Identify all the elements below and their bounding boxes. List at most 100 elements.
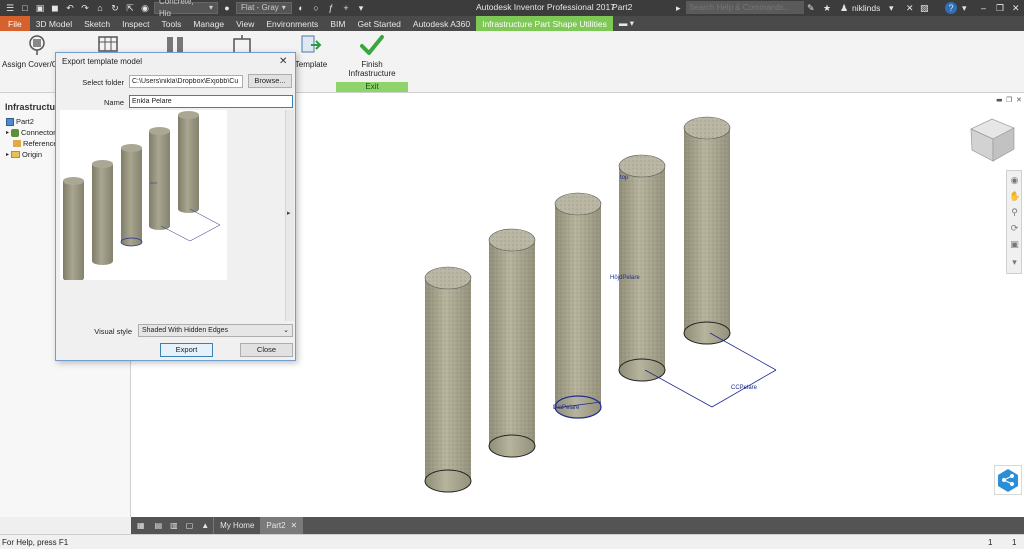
search-input[interactable]: [686, 1, 804, 14]
customize-icon[interactable]: ▾: [355, 2, 367, 14]
tab-manage[interactable]: Manage: [187, 16, 230, 31]
tile-horizontal-icon[interactable]: ▦: [131, 517, 151, 534]
column-2[interactable]: [488, 228, 536, 458]
window-list-icon[interactable]: ▢: [182, 517, 198, 534]
nav-customize-icon[interactable]: ▾: [1009, 257, 1020, 268]
template-label: Template: [294, 60, 328, 69]
browse-button[interactable]: Browse...: [248, 74, 292, 88]
user-dropdown-icon[interactable]: ▾: [889, 1, 894, 15]
viewport-close-icon[interactable]: ✕: [1016, 96, 1022, 104]
tab-3d-model[interactable]: 3D Model: [30, 16, 78, 31]
view-cube[interactable]: [970, 118, 1015, 162]
column-3[interactable]: [554, 192, 602, 419]
close-tab-icon[interactable]: ✕: [291, 521, 298, 530]
tab-bim[interactable]: BIM: [324, 16, 351, 31]
tree-item-label: Reference: [23, 139, 58, 148]
star-icon[interactable]: ★: [823, 1, 831, 15]
share-view-button[interactable]: [994, 465, 1022, 495]
exchange-icon[interactable]: ✕: [906, 1, 914, 15]
tab-tools[interactable]: Tools: [156, 16, 188, 31]
viewport-minimize-icon[interactable]: ▬: [996, 96, 1003, 104]
appearance-dropdown[interactable]: Flat - Gray ▾: [236, 2, 292, 14]
tab-autodesk-a360[interactable]: Autodesk A360: [407, 16, 476, 31]
tab-get-started[interactable]: Get Started: [351, 16, 406, 31]
folder-path-field[interactable]: [129, 75, 243, 88]
help-dropdown-icon[interactable]: ▾: [962, 1, 967, 15]
open-folder-icon[interactable]: ▣: [34, 2, 46, 14]
tab-sketch[interactable]: Sketch: [78, 16, 116, 31]
expand-arrow-icon[interactable]: ▸: [6, 151, 9, 158]
visual-style-select[interactable]: Shaded With Hidden Edges ⌄: [138, 324, 293, 337]
look-at-icon[interactable]: ▣: [1009, 239, 1020, 250]
plus-icon[interactable]: +: [340, 2, 352, 14]
clear-icon[interactable]: ○: [310, 2, 322, 14]
dialog-close-icon[interactable]: ✕: [279, 56, 287, 67]
orbit-icon[interactable]: ⟳: [1009, 223, 1020, 234]
visual-style-value: Shaded With Hidden Edges: [142, 327, 228, 334]
tile-icon[interactable]: ▤: [151, 517, 167, 534]
save-icon[interactable]: ◼: [49, 2, 61, 14]
tab-environments[interactable]: Environments: [260, 16, 324, 31]
preview-scrollbar[interactable]: ▸: [285, 110, 294, 321]
app-title: Autodesk Inventor Professional 2017: [476, 2, 615, 12]
template-button[interactable]: Template: [290, 33, 332, 69]
select-icon[interactable]: ⇱: [124, 2, 136, 14]
undo-icon[interactable]: ↶: [64, 2, 76, 14]
annotation-top[interactable]: top: [620, 175, 629, 181]
minimize-icon[interactable]: –: [981, 1, 986, 15]
update-icon[interactable]: ↻: [109, 2, 121, 14]
panel-options-icon[interactable]: ▬ ▾: [613, 16, 640, 31]
status-bar: For Help, press F1 1 1: [0, 534, 1024, 549]
tree-item-connectors[interactable]: ▸ Connectors: [6, 128, 59, 137]
signin-icon[interactable]: ✎: [807, 1, 815, 15]
tabs-up-arrow-icon[interactable]: ▲: [197, 517, 213, 534]
scroll-right-arrow-icon[interactable]: ▸: [287, 209, 291, 217]
formula-icon[interactable]: ƒ: [325, 2, 337, 14]
ribbon-tabs: File 3D Model Sketch Inspect Tools Manag…: [0, 16, 1024, 31]
pan-icon[interactable]: ✋: [1009, 191, 1020, 202]
tab-my-home[interactable]: My Home: [213, 517, 260, 534]
help-icon[interactable]: ?: [945, 2, 957, 14]
tab-inspect[interactable]: Inspect: [116, 16, 155, 31]
viewport-restore-icon[interactable]: ❐: [1006, 96, 1012, 104]
tab-infrastructure-part-shape-utilities[interactable]: Infrastructure Part Shape Utilities: [476, 16, 613, 31]
tab-view[interactable]: View: [230, 16, 260, 31]
tree-item-part2[interactable]: Part2: [6, 117, 34, 126]
finish-infrastructure-button[interactable]: Finish Infrastructure: [340, 32, 404, 78]
material-dropdown[interactable]: Concrete, Hig ▾: [154, 0, 218, 18]
column-5[interactable]: [683, 116, 731, 345]
annotation-diapelare[interactable]: DiaPelare: [553, 405, 580, 411]
preview-image: [63, 111, 221, 282]
export-template-icon: [301, 35, 322, 53]
tab-part2[interactable]: Part2 ✕: [260, 517, 304, 534]
annotation-hojdpelare[interactable]: HöjdPelare: [610, 275, 640, 281]
zoom-icon[interactable]: ⚲: [1009, 207, 1020, 218]
annotation-ccpelare[interactable]: CCPelare: [731, 385, 758, 391]
appearance-sphere-icon[interactable]: ●: [221, 2, 233, 14]
app-menu-icon[interactable]: ☰: [4, 2, 16, 14]
globe-icon[interactable]: ◉: [139, 2, 151, 14]
tab-file[interactable]: File: [0, 16, 30, 31]
tree-item-reference[interactable]: Reference: [13, 139, 58, 148]
tree-item-origin[interactable]: ▸ Origin: [6, 150, 42, 159]
close-window-icon[interactable]: ✕: [1012, 1, 1020, 15]
column-1[interactable]: [424, 266, 472, 493]
redo-icon[interactable]: ↷: [79, 2, 91, 14]
user-name[interactable]: niklinds: [852, 1, 880, 15]
restore-icon[interactable]: ❐: [996, 1, 1004, 15]
steering-wheel-icon[interactable]: ◉: [1009, 175, 1020, 186]
chevron-down-icon: ▾: [208, 3, 213, 12]
title-bar: ☰ □ ▣ ◼ ↶ ↷ ⌂ ↻ ⇱ ◉ Concrete, Hig ▾ ● Fla…: [0, 0, 1024, 18]
close-button[interactable]: Close: [240, 343, 293, 357]
expand-arrow-icon[interactable]: ▸: [6, 129, 9, 136]
cart-icon[interactable]: ▧: [920, 1, 929, 15]
export-button[interactable]: Export: [160, 343, 213, 357]
new-file-icon[interactable]: □: [19, 2, 31, 14]
home-icon[interactable]: ⌂: [94, 2, 106, 14]
template-name-field[interactable]: [129, 95, 293, 108]
user-icon[interactable]: ♟: [840, 1, 848, 15]
column-4[interactable]: [618, 154, 666, 382]
tile-vertical-icon[interactable]: ▥: [166, 517, 182, 534]
adjust-icon[interactable]: ◐: [295, 2, 307, 14]
part-icon: [6, 117, 14, 126]
